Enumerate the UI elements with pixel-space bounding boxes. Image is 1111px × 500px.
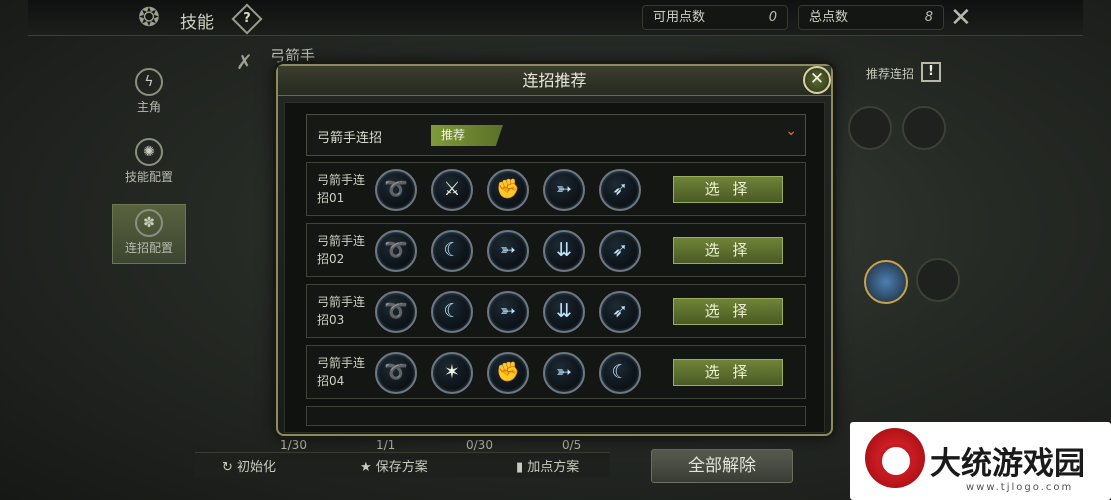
arrow-diagonal-icon[interactable]: ➶ bbox=[599, 291, 641, 333]
bow-icon[interactable]: ☾ bbox=[431, 230, 473, 272]
swirl-icon[interactable]: ➰ bbox=[375, 291, 417, 333]
crossed-swords-icon[interactable]: ⚔ bbox=[431, 169, 473, 211]
page-title: 技能 bbox=[180, 13, 214, 33]
arrow-rain-icon[interactable]: ⇊ bbox=[543, 291, 585, 333]
sidebar-item-hero[interactable]: ϟ 主角 bbox=[112, 64, 186, 124]
dialog-title: 连招推荐 bbox=[278, 66, 831, 96]
combo-row: 弓箭手连 招01 ➰ ⚔ ✊ ➳ ➶ 选 择 bbox=[306, 162, 806, 216]
point-plan-button[interactable]: ▮ 加点方案 bbox=[516, 456, 579, 475]
dodge-figure-icon[interactable]: ✶ bbox=[431, 352, 473, 394]
swirl-icon[interactable]: ➰ bbox=[375, 169, 417, 211]
skill-slot[interactable] bbox=[848, 106, 892, 150]
recommend-combo-button[interactable]: ! bbox=[921, 62, 941, 82]
skill-counter: 1/1 bbox=[376, 438, 396, 452]
combo-recommend-dialog: 连招推荐 弓箭手连招 推荐 ⌄ 弓箭手连 招01 ➰ ⚔ ✊ ➳ ➶ 选 择 弓箭… bbox=[276, 64, 833, 436]
close-dialog-button[interactable]: ✕ bbox=[803, 66, 831, 94]
swirl-icon[interactable]: ➰ bbox=[375, 352, 417, 394]
book-icon: ▮ bbox=[516, 460, 524, 475]
close-skills-icon[interactable]: ✕ bbox=[950, 3, 972, 33]
total-points: 总点数 8 bbox=[798, 5, 944, 30]
sidebar-item-combo-config[interactable]: ✽ 连招配置 bbox=[112, 204, 186, 264]
skill-counter: 0/30 bbox=[466, 438, 493, 452]
fist-icon[interactable]: ✊ bbox=[487, 352, 529, 394]
swirl-icon[interactable]: ➰ bbox=[375, 230, 417, 272]
select-button[interactable]: 选 择 bbox=[673, 298, 783, 325]
watermark-text: 大统游戏园 bbox=[930, 446, 1085, 482]
skill-slot[interactable] bbox=[902, 106, 946, 150]
select-button[interactable]: 选 择 bbox=[673, 176, 783, 203]
watermark-logo-icon bbox=[865, 428, 925, 488]
combo-row: 弓箭手连 招02 ➰ ☾ ➳ ⇊ ➶ 选 择 bbox=[306, 223, 806, 277]
dragon-emblem-icon: ❂ bbox=[138, 3, 160, 33]
star-icon: ★ bbox=[360, 460, 372, 475]
sidebar-item-skill-config[interactable]: ✺ 技能配置 bbox=[112, 134, 186, 194]
combo-category-dropdown[interactable]: 弓箭手连招 推荐 ⌄ bbox=[306, 114, 806, 156]
select-button[interactable]: 选 择 bbox=[673, 237, 783, 264]
equipped-skill-icon[interactable] bbox=[864, 260, 908, 304]
recommend-tag: 推荐 bbox=[431, 125, 503, 146]
refresh-icon: ↻ bbox=[222, 460, 233, 475]
select-button[interactable]: 选 择 bbox=[673, 359, 783, 386]
chevron-down-icon[interactable]: ⌄ bbox=[785, 123, 797, 139]
reset-all-button[interactable]: 全部解除 bbox=[651, 449, 793, 483]
combo-row-partial bbox=[306, 406, 806, 426]
recommend-combo-label: 推荐连招 bbox=[866, 67, 915, 81]
arrow-shot-icon[interactable]: ➳ bbox=[487, 230, 529, 272]
skill-counter: 1/30 bbox=[280, 438, 307, 452]
lightning-icon: ϟ bbox=[135, 68, 163, 96]
skill-slot[interactable] bbox=[916, 258, 960, 302]
arrow-shot-icon[interactable]: ➳ bbox=[543, 352, 585, 394]
crossed-bow-icon: ✗ bbox=[236, 50, 253, 74]
arrow-diagonal-icon[interactable]: ➶ bbox=[599, 169, 641, 211]
combo-row: 弓箭手连 招04 ➰ ✶ ✊ ➳ ☾ 选 择 bbox=[306, 345, 806, 399]
save-plan-button[interactable]: ★ 保存方案 bbox=[360, 456, 428, 475]
arrow-rain-icon[interactable]: ⇊ bbox=[543, 230, 585, 272]
combo-row: 弓箭手连 招03 ➰ ☾ ➳ ⇊ ➶ 选 择 bbox=[306, 284, 806, 338]
combo-icon: ✽ bbox=[135, 209, 163, 237]
arrow-shot-icon[interactable]: ➳ bbox=[487, 291, 529, 333]
available-points: 可用点数 0 bbox=[642, 5, 788, 30]
bow-icon[interactable]: ☾ bbox=[599, 352, 641, 394]
skill-counter: 0/5 bbox=[562, 438, 582, 452]
watermark-url: www.tjlogo.com bbox=[966, 482, 1074, 493]
initialize-button[interactable]: ↻ 初始化 bbox=[222, 456, 276, 475]
arrow-shot-icon[interactable]: ➳ bbox=[543, 169, 585, 211]
spiral-icon: ✺ bbox=[135, 138, 163, 166]
class-name: 弓箭手 bbox=[270, 47, 316, 65]
fist-icon[interactable]: ✊ bbox=[487, 169, 529, 211]
bow-icon[interactable]: ☾ bbox=[431, 291, 473, 333]
arrow-diagonal-icon[interactable]: ➶ bbox=[599, 230, 641, 272]
